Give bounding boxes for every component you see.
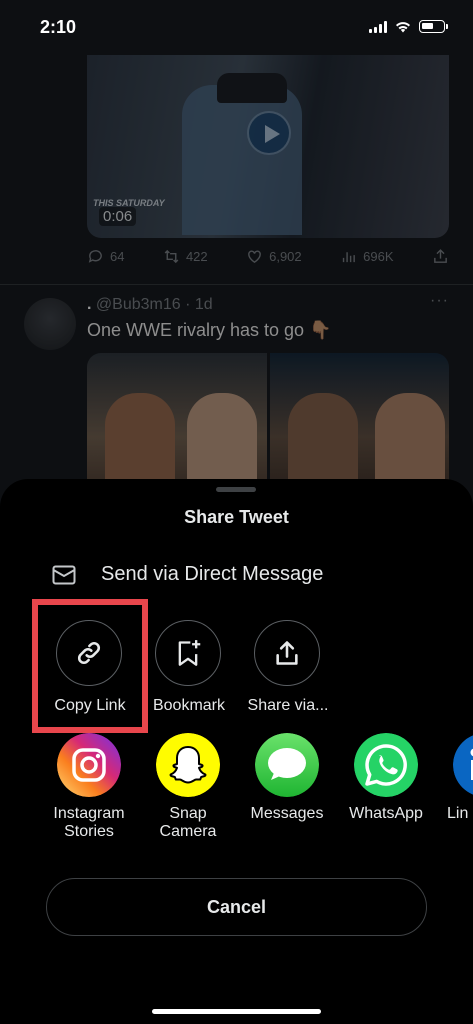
share-sheet: Share Tweet Send via Direct Message Copy… bbox=[0, 479, 473, 1024]
cellular-signal-icon bbox=[369, 20, 387, 33]
linkedin-label: Lin bbox=[447, 805, 469, 822]
send-via-dm-label: Send via Direct Message bbox=[101, 563, 324, 585]
whatsapp-icon bbox=[354, 733, 418, 797]
messages-icon bbox=[255, 733, 319, 797]
messages-label: Messages bbox=[250, 805, 324, 822]
status-icons bbox=[369, 20, 448, 33]
share-via-circle bbox=[254, 620, 320, 686]
snapchat-icon bbox=[156, 733, 220, 797]
snap-camera-label: Snap Camera bbox=[159, 805, 217, 840]
bookmark-add-icon bbox=[178, 640, 201, 666]
share-via-label: Share via... bbox=[247, 697, 329, 714]
send-via-dm-button[interactable]: Send via Direct Message bbox=[0, 551, 473, 601]
share-upload-icon bbox=[276, 641, 298, 665]
messages-button[interactable]: Messages bbox=[237, 730, 337, 840]
instagram-icon bbox=[57, 733, 121, 797]
wifi-icon bbox=[396, 21, 410, 32]
bookmark-button[interactable]: Bookmark bbox=[139, 620, 239, 720]
instagram-stories-button[interactable]: Instagram Stories bbox=[39, 730, 139, 840]
linkedin-button[interactable]: Lin bbox=[435, 730, 473, 840]
status-bar: 2:10 bbox=[0, 0, 473, 56]
snap-camera-button[interactable]: Snap Camera bbox=[138, 730, 238, 840]
sheet-title: Share Tweet bbox=[184, 507, 289, 527]
whatsapp-label: WhatsApp bbox=[349, 805, 423, 822]
home-indicator[interactable] bbox=[152, 1009, 321, 1014]
battery-icon bbox=[419, 20, 448, 33]
instagram-stories-label: Instagram Stories bbox=[53, 805, 125, 840]
share-via-button[interactable]: Share via... bbox=[238, 620, 338, 720]
whatsapp-button[interactable]: WhatsApp bbox=[336, 730, 436, 840]
cancel-label: Cancel bbox=[206, 897, 267, 917]
bookmark-circle bbox=[155, 620, 221, 686]
cancel-button[interactable]: Cancel bbox=[46, 878, 427, 936]
status-time: 2:10 bbox=[40, 17, 77, 37]
linkedin-icon bbox=[453, 733, 473, 797]
sheet-grabber[interactable] bbox=[216, 487, 256, 492]
envelope-icon bbox=[52, 565, 76, 585]
copy-link-highlight-box bbox=[32, 599, 148, 733]
